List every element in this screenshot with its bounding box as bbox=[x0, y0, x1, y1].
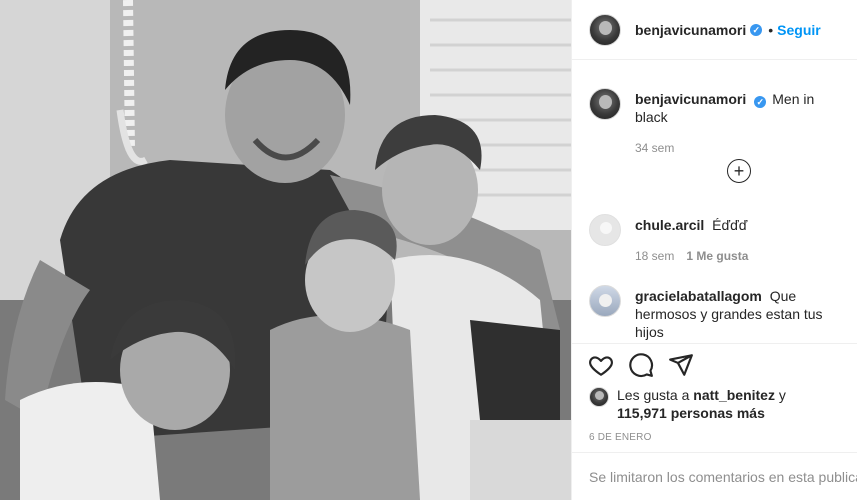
comment-row: chule.arcil Éďďď 18 sem 1 Me gusta bbox=[589, 214, 849, 265]
likes-count[interactable]: 115,971 personas más bbox=[617, 405, 765, 421]
liker-username[interactable]: natt_benitez bbox=[693, 387, 775, 403]
caption-meta: 34 sem bbox=[635, 139, 843, 157]
comment-row: gracielabatallagom Que hermosos y grande… bbox=[589, 285, 849, 341]
comment-body: gracielabatallagom Que hermosos y grande… bbox=[635, 285, 843, 341]
comment-text: Éďďď bbox=[712, 217, 748, 233]
caption-row: benjavicunamori ✓ Men in black 34 sem bbox=[589, 88, 849, 157]
verified-badge-icon: ✓ bbox=[754, 96, 767, 108]
post-side-panel: benjavicunamori ✓ • Seguir benjavicunamo… bbox=[571, 0, 857, 500]
caption-username[interactable]: benjavicunamori bbox=[635, 91, 746, 107]
comment-body: chule.arcil Éďďď 18 sem 1 Me gusta bbox=[635, 214, 843, 265]
comment-line: gracielabatallagom Que hermosos y grande… bbox=[635, 285, 843, 341]
likes-connector: y bbox=[778, 387, 786, 403]
plus-circle-icon: + bbox=[733, 161, 745, 181]
comments-closed-notice: Se limitaron los comentarios en esta pub… bbox=[572, 452, 857, 500]
likes-prefix: Les gusta a bbox=[617, 387, 690, 403]
author-info: benjavicunamori ✓ • Seguir bbox=[635, 22, 821, 38]
comment-line: chule.arcil Éďďď bbox=[635, 214, 843, 234]
photo-scene bbox=[0, 0, 571, 500]
action-bar bbox=[572, 343, 857, 385]
comment-likes[interactable]: 1 Me gusta bbox=[686, 249, 748, 263]
load-more-comments-button[interactable]: + bbox=[727, 159, 751, 183]
post-header: benjavicunamori ✓ • Seguir bbox=[572, 0, 857, 60]
liker-avatar[interactable] bbox=[589, 387, 609, 407]
caption-author-avatar[interactable] bbox=[589, 88, 621, 120]
comment-time[interactable]: 18 sem bbox=[635, 249, 674, 263]
comment-icon[interactable] bbox=[628, 352, 654, 378]
follow-button[interactable]: Seguir bbox=[777, 22, 821, 38]
post-photo[interactable] bbox=[0, 0, 571, 500]
commenter-avatar[interactable] bbox=[589, 214, 621, 246]
caption-line: benjavicunamori ✓ Men in black bbox=[635, 88, 843, 126]
verified-badge-icon: ✓ bbox=[750, 23, 763, 36]
comment-username[interactable]: gracielabatallagom bbox=[635, 288, 762, 304]
share-icon[interactable] bbox=[668, 352, 694, 378]
comment-username[interactable]: chule.arcil bbox=[635, 217, 704, 233]
author-avatar[interactable] bbox=[589, 13, 621, 46]
likes-text: Les gusta a natt_benitez y 115,971 perso… bbox=[617, 386, 786, 422]
commenter-avatar[interactable] bbox=[589, 285, 621, 317]
author-username[interactable]: benjavicunamori bbox=[635, 22, 746, 38]
likes-summary: Les gusta a natt_benitez y 115,971 perso… bbox=[589, 386, 786, 422]
post-date[interactable]: 6 DE ENERO bbox=[589, 432, 652, 443]
separator-dot: • bbox=[768, 21, 774, 38]
caption-body: benjavicunamori ✓ Men in black 34 sem bbox=[635, 88, 843, 157]
comments-list[interactable]: benjavicunamori ✓ Men in black 34 sem + ch… bbox=[572, 61, 857, 343]
heart-icon[interactable] bbox=[588, 352, 614, 378]
caption-time[interactable]: 34 sem bbox=[635, 141, 674, 155]
comment-meta: 18 sem 1 Me gusta bbox=[635, 247, 843, 265]
